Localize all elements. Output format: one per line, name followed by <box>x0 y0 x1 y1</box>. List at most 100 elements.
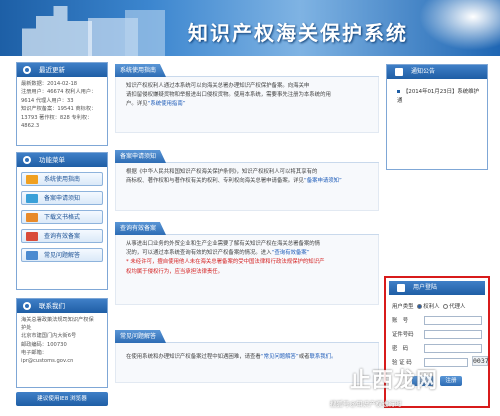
menu-item-download[interactable]: 下载文书格式 <box>21 210 103 224</box>
guide-link[interactable]: “系统使用指南” <box>148 101 186 107</box>
contact-info: 海关总署政策法规司知识产权保 护处 北京市建国门内大街6号 邮政编码：10073… <box>17 313 107 368</box>
section-query: 查询有效备案 从事进出口业务的外贸企业和生产企业需要了解有关知识产权在海关总署备… <box>115 222 379 305</box>
menu-item-faq[interactable]: 常见问题解答 <box>21 248 103 262</box>
clock-icon <box>23 66 31 74</box>
register-button[interactable]: 注册 <box>440 376 462 386</box>
contact-link[interactable]: 联系我们。 <box>310 354 337 360</box>
user-type-label: 用户类型 <box>392 304 414 310</box>
password-label: 密 码 <box>392 346 409 352</box>
left-sidebar: 最近更新 最新数据：2014-02-18 注册用户：46674 权利人用户： 9… <box>16 62 108 410</box>
menu-icon <box>23 156 31 164</box>
site-title: 知识产权海关保护系统 <box>188 21 408 45</box>
body-text: 户。详见 <box>126 101 148 108</box>
notice-list: 【2014年01月23日】系统维护通 <box>387 79 487 106</box>
section-header: 备案申请须知 <box>115 150 379 163</box>
contact-panel: 联系我们 海关总署政策法规司知识产权保 护处 北京市建国门内大街6号 邮政编码：… <box>16 298 108 388</box>
menu-item-label: 查询有效备案 <box>44 233 81 240</box>
section-title: 查询有效备案 <box>115 222 167 235</box>
body-line: 从事进出口业务的外贸企业和生产企业需要了解有关知识产权在海关总署备案的情 <box>126 241 321 247</box>
menu-item-label: 下载文书格式 <box>44 214 81 221</box>
contact-line: 电子邮箱： <box>21 349 47 356</box>
account-input[interactable] <box>424 316 482 325</box>
warning-line: * 未经许可，擅自使用他人未在海关总署备案的受中国法律和行政法规保护的知识产 <box>126 259 325 266</box>
body-line: 户。详见“系统使用指南” <box>126 100 374 109</box>
user-type-row: 用户类型 权利人 代理人 <box>392 302 465 312</box>
header-cloud-graphic <box>410 0 500 56</box>
section-guide: 系统使用指南 知识产权权利人通过本系统可以向海关总署办理知识产权保护备案。向海关… <box>115 64 379 133</box>
header-building-graphic <box>22 6 92 56</box>
stats-line: 最新数据：2014-02-18 <box>21 81 78 87</box>
stats-line: 9614 代理人用户：33 <box>21 97 74 104</box>
body-text: 商标权、著作权和与著作权有关的权利、专利权向海关总署申请备案。详见 <box>126 178 304 185</box>
notice-item[interactable]: 【2014年01月23日】系统维护通 <box>397 89 479 104</box>
section-body: 根据《中华人民共和国知识产权海关保护条例》，知识产权权利人可以将其享有的 商标权… <box>115 163 379 211</box>
id-label: 证件号码 <box>392 332 414 338</box>
document-icon <box>26 194 38 203</box>
contact-line: 邮政编码：100730 <box>21 341 67 348</box>
header-building-graphic <box>125 10 165 56</box>
section-body: 在使用系统和办理知识产权备案过程中如遇困难，请查看“常见问题解答”或者联系我们。 <box>115 343 379 383</box>
stats-panel-header: 最近更新 <box>17 63 107 77</box>
contact-panel-title: 联系我们 <box>39 302 65 310</box>
contact-line: 北京市建国门内大街6号 <box>21 333 77 340</box>
stats-panel-title: 最近更新 <box>39 66 65 74</box>
menu-item-apply[interactable]: 备案申请须知 <box>21 191 103 205</box>
faq-link[interactable]: “常见问题解答” <box>261 354 299 360</box>
section-faq: 常见问题解答 在使用系统和办理知识产权备案过程中如遇困难，请查看“常见问题解答”… <box>115 330 379 383</box>
stats-panel: 最近更新 最新数据：2014-02-18 注册用户：46674 权利人用户： 9… <box>16 62 108 146</box>
bulletin-icon <box>395 68 403 76</box>
menu-item-query[interactable]: 查询有效备案 <box>21 229 103 243</box>
apply-link[interactable]: “备案申请须知” <box>304 178 342 184</box>
notice-panel-header: 通知公告 <box>387 65 487 79</box>
radio-label: 代理人 <box>449 304 466 310</box>
account-label: 账 号 <box>392 318 409 324</box>
function-menu: 系统使用指南 备案申请须知 下载文书格式 查询有效备案 常见问题解答 <box>17 167 107 270</box>
contact-email[interactable]: ipr@customs.gov.cn <box>21 357 103 365</box>
phone-icon <box>23 302 31 310</box>
stats-line: 13793 著作权：828 专利权： <box>21 114 93 121</box>
menu-item-guide[interactable]: 系统使用指南 <box>21 172 103 186</box>
id-number-input[interactable] <box>424 330 482 339</box>
body-text: 或者 <box>298 354 310 360</box>
menu-item-label: 备案申请须知 <box>44 195 81 202</box>
contact-panel-header: 联系我们 <box>17 299 107 313</box>
section-title: 系统使用指南 <box>115 64 167 77</box>
bullet-icon <box>397 90 400 93</box>
password-input[interactable] <box>424 344 482 353</box>
section-body: 知识产权权利人通过本系统可以向海关总署办理知识产权保护备案。向海关申 请扣留侵权… <box>115 77 379 133</box>
section-body: 从事进出口业务的外贸企业和生产企业需要了解有关知识产权在海关总署备案的情 况的，… <box>115 235 379 305</box>
stats-line: 4862.3 <box>21 123 40 130</box>
notice-panel: 通知公告 【2014年01月23日】系统维护通 <box>386 64 488 170</box>
stats-line: 注册用户：46674 权利人用户： <box>21 89 97 96</box>
captcha-input[interactable] <box>424 358 468 367</box>
download-icon <box>26 213 38 222</box>
body-line: 根据《中华人民共和国知识产权海关保护条例》，知识产权权利人可以将其享有的 <box>126 169 318 175</box>
login-panel: 用户登陆 用户类型 权利人 代理人 账 号 证件号码 密 码 验 证 码 003… <box>384 276 490 408</box>
captcha-image[interactable]: 0037 <box>472 356 489 366</box>
menu-panel-title: 功能菜单 <box>39 156 65 164</box>
menu-item-label: 常见问题解答 <box>44 252 81 259</box>
body-text: 在使用系统和办理知识产权备案过程中如遇困难，请查看 <box>126 354 261 360</box>
menu-panel-header: 功能菜单 <box>17 153 107 167</box>
section-header: 系统使用指南 <box>115 64 379 77</box>
captcha-label: 验 证 码 <box>392 360 412 366</box>
user-icon <box>397 284 405 292</box>
body-line: 况的，可以通过本系统查询有效的知识产权备案的情况。进入“查询有效备案” <box>126 249 374 258</box>
browser-tip: 建议使用IE8 浏览器 <box>16 392 108 406</box>
menu-item-label: 系统使用指南 <box>44 176 81 183</box>
contact-line: 海关总署政策法规司知识产权保 <box>21 317 94 323</box>
radio-rightholder[interactable] <box>417 304 423 309</box>
function-menu-panel: 功能菜单 系统使用指南 备案申请须知 下载文书格式 查询有效备案 常见问题解答 <box>16 152 108 290</box>
notice-panel-title: 通知公告 <box>411 68 436 75</box>
radio-label: 权利人 <box>423 304 440 310</box>
login-panel-title: 用户登陆 <box>413 284 438 291</box>
section-header: 查询有效备案 <box>115 222 379 235</box>
query-link[interactable]: “查询有效备案” <box>272 250 310 256</box>
section-title: 常见问题解答 <box>115 330 167 343</box>
question-icon <box>26 251 38 260</box>
section-apply: 备案申请须知 根据《中华人民共和国知识产权海关保护条例》，知识产权权利人可以将其… <box>115 150 379 211</box>
warning-line: 权均属于侵权行为，应当承担法律责任。 <box>126 268 224 275</box>
radio-agent[interactable] <box>443 304 449 309</box>
section-title: 备案申请须知 <box>115 150 167 163</box>
login-button[interactable]: 登录 <box>412 376 434 386</box>
